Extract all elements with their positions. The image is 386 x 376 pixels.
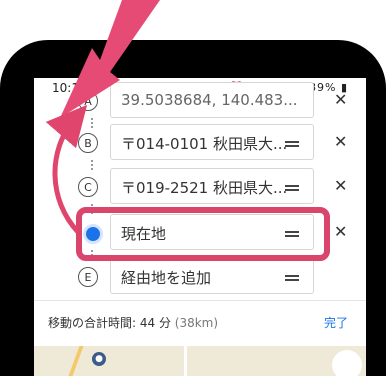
trip-summary: 移動の合計時間: 44 分 (38km): [48, 314, 218, 331]
stop-a-text: 39.5038684, 140.483...: [121, 91, 298, 109]
map-preview[interactable]: ●: [34, 346, 366, 376]
add-stop-text: 経由地を追加: [121, 269, 212, 287]
remove-stop-b-icon[interactable]: ✕: [334, 132, 347, 151]
map-road: [184, 346, 187, 376]
route-stop-add: E 経由地を追加: [34, 258, 366, 296]
stop-c-text: 〒019-2521 秋田県大...: [121, 179, 288, 197]
stop-a-field[interactable]: 39.5038684, 140.483...: [110, 82, 314, 118]
stop-marker-e-icon: E: [78, 267, 98, 287]
stop-b-text: 〒014-0101 秋田県大...: [121, 135, 288, 153]
remove-stop-a-icon[interactable]: ✕: [334, 90, 347, 109]
stop-marker-a-icon: A: [78, 91, 98, 111]
add-stop-field[interactable]: 経由地を追加: [110, 258, 314, 294]
divider: [34, 300, 366, 301]
drag-handle-icon[interactable]: [285, 185, 299, 191]
drag-handle-icon[interactable]: [285, 275, 299, 281]
stop-marker-c-icon: C: [78, 177, 98, 197]
done-button[interactable]: 完了: [324, 314, 348, 331]
route-stop-c: C 〒019-2521 秋田県大... ✕: [34, 168, 366, 206]
map-road: [68, 346, 84, 376]
total-distance: (38km): [174, 316, 219, 330]
remove-stop-c-icon[interactable]: ✕: [334, 176, 347, 195]
highlight-box: [76, 207, 330, 261]
stop-b-field[interactable]: 〒014-0101 秋田県大...: [110, 124, 314, 160]
map-floating-button[interactable]: [332, 350, 362, 376]
route-stop-a: A 39.5038684, 140.483... ✕: [34, 82, 366, 120]
total-time: 移動の合計時間: 44 分: [48, 316, 171, 330]
route-stop-b: B 〒014-0101 秋田県大... ✕: [34, 124, 366, 162]
remove-current-location-icon[interactable]: ✕: [334, 222, 347, 241]
stop-c-field[interactable]: 〒019-2521 秋田県大...: [110, 168, 314, 204]
stop-marker-b-icon: B: [78, 133, 98, 153]
drag-handle-icon[interactable]: [285, 141, 299, 147]
map-poi-icon[interactable]: ●: [92, 352, 106, 366]
